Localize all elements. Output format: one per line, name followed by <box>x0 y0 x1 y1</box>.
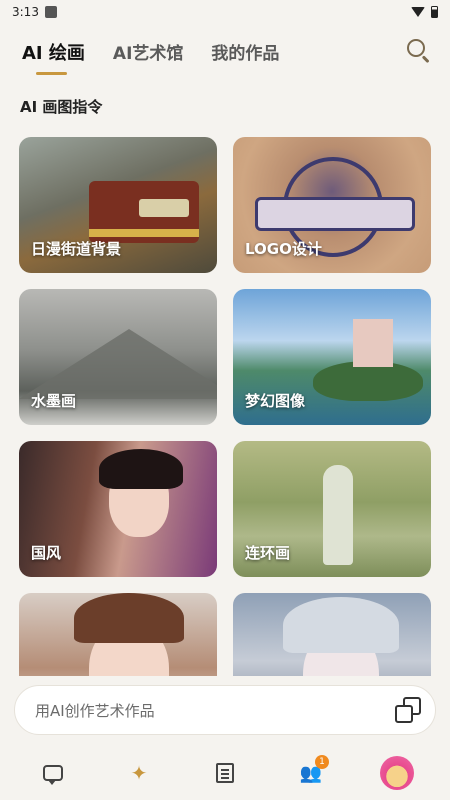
bottom-nav: ✦ 👥 1 <box>0 746 450 800</box>
search-icon[interactable] <box>404 36 432 64</box>
section-title: AI 画图指令 <box>20 98 103 116</box>
card-label: 梦幻图像 <box>245 392 306 410</box>
card-label: 水墨画 <box>31 392 77 410</box>
nav-community[interactable]: 👥 1 <box>291 753 331 793</box>
status-bar: 3:13 <box>0 0 450 24</box>
prompt-card-comic[interactable]: 连环画 <box>233 441 431 577</box>
island-illustration <box>313 361 423 401</box>
prompt-grid: 日漫街道背景 LOGO设计 水墨画 梦幻图像 国风 连环画 <box>19 137 431 729</box>
nav-news[interactable] <box>205 753 245 793</box>
news-icon <box>216 763 234 783</box>
prompt-card-fantasy[interactable]: 梦幻图像 <box>233 289 431 425</box>
notification-icon <box>44 6 57 18</box>
wifi-icon <box>411 7 425 17</box>
notification-badge: 1 <box>315 755 329 769</box>
portrait-hair <box>74 593 184 643</box>
train-window <box>139 199 189 217</box>
tab-ai-drawing[interactable]: AI 绘画 <box>22 36 85 75</box>
status-icons <box>411 6 438 18</box>
prompt-card-anime-street[interactable]: 日漫街道背景 <box>19 137 217 273</box>
battery-icon <box>431 6 438 18</box>
composer-placeholder: 用AI创作艺术作品 <box>35 701 155 720</box>
portrait-hair <box>283 597 399 653</box>
train-stripe <box>89 229 199 237</box>
top-tabs: AI 绘画 AI艺术馆 我的作品 <box>22 36 432 76</box>
tab-ai-gallery[interactable]: AI艺术馆 <box>113 36 183 64</box>
nav-chat[interactable] <box>33 753 73 793</box>
card-label: 连环画 <box>245 544 291 562</box>
magic-wand-icon: ✦ <box>130 761 148 785</box>
gallery-icon[interactable] <box>395 697 421 723</box>
portrait-hair <box>99 449 183 489</box>
castle-illustration <box>353 319 393 367</box>
chat-icon <box>43 765 63 785</box>
composer-bar: 用AI创作艺术作品 <box>0 676 450 746</box>
avatar <box>380 756 414 790</box>
figure-illustration <box>323 465 353 565</box>
card-label: 国风 <box>31 544 62 562</box>
prompt-card-logo[interactable]: LOGO设计 <box>233 137 431 273</box>
mountain-illustration <box>19 329 217 399</box>
nav-profile[interactable] <box>377 753 417 793</box>
nav-ai-drawing[interactable]: ✦ <box>119 753 159 793</box>
prompt-card-ink-painting[interactable]: 水墨画 <box>19 289 217 425</box>
card-label: LOGO设计 <box>245 240 322 258</box>
prompt-card-guofeng[interactable]: 国风 <box>19 441 217 577</box>
logo-band-illustration <box>255 197 415 231</box>
tab-my-works[interactable]: 我的作品 <box>211 36 279 64</box>
status-time: 3:13 <box>12 5 39 19</box>
create-art-input[interactable]: 用AI创作艺术作品 <box>14 685 436 735</box>
card-label: 日漫街道背景 <box>31 240 122 258</box>
